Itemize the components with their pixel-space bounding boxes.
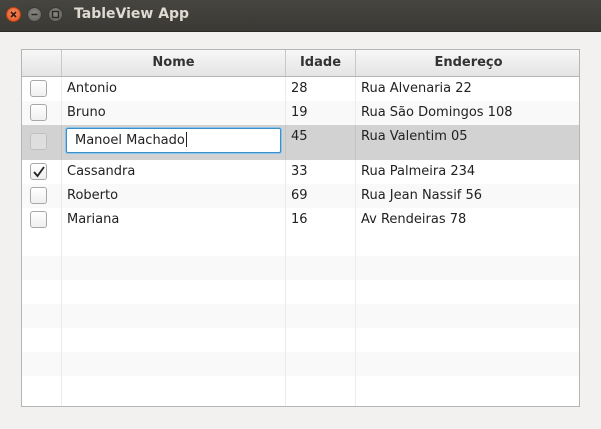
table-row[interactable]: Bruno 19 Rua São Domingos 108 (22, 101, 579, 125)
check-icon (33, 166, 45, 178)
endereco-cell[interactable]: Rua São Domingos 108 (356, 101, 579, 125)
window-title: TableView App (74, 6, 190, 22)
table-row[interactable]: Cassandra 33 Rua Palmeira 234 (22, 160, 579, 184)
endereco-cell[interactable]: Rua Palmeira 234 (356, 160, 579, 184)
column-header-checkbox[interactable] (22, 50, 62, 76)
maximize-icon (51, 10, 60, 19)
idade-cell[interactable]: 28 (286, 77, 356, 101)
column-divider (355, 232, 356, 406)
idade-cell[interactable]: 33 (286, 160, 356, 184)
nome-cell[interactable]: Antonio (62, 77, 286, 101)
empty-row (22, 328, 579, 352)
row-checkbox[interactable] (30, 187, 47, 204)
app-window: TableView App Nome Idade Endereço Antoni… (0, 0, 601, 429)
row-checkbox[interactable] (30, 80, 47, 97)
close-icon (10, 11, 17, 18)
checkbox-cell (22, 184, 62, 208)
nome-edit-value: Manoel Machado (75, 133, 185, 148)
endereco-cell[interactable]: Av Rendeiras 78 (356, 208, 579, 232)
table-row[interactable]: Mariana 16 Av Rendeiras 78 (22, 208, 579, 232)
table-header: Nome Idade Endereço (22, 50, 579, 77)
idade-cell[interactable]: 19 (286, 101, 356, 125)
checkbox-cell (22, 160, 62, 184)
minimize-window-button[interactable] (27, 7, 42, 22)
column-divider (61, 232, 62, 406)
endereco-cell[interactable]: Rua Alvenaria 22 (356, 77, 579, 101)
column-header-nome[interactable]: Nome (62, 50, 286, 76)
column-header-idade[interactable]: Idade (286, 50, 356, 76)
empty-row (22, 280, 579, 304)
column-divider (285, 232, 286, 406)
nome-cell[interactable]: Manoel Machado (62, 125, 286, 160)
empty-row (22, 232, 579, 256)
column-header-endereco[interactable]: Endereço (356, 50, 579, 76)
nome-cell[interactable]: Mariana (62, 208, 286, 232)
checkbox-cell (22, 77, 62, 101)
table-view[interactable]: Nome Idade Endereço Antonio 28 Rua Alven… (21, 49, 580, 407)
title-bar[interactable]: TableView App (0, 0, 601, 32)
empty-row (22, 376, 579, 400)
minimize-icon (31, 13, 38, 16)
endereco-cell[interactable]: Rua Jean Nassif 56 (356, 184, 579, 208)
checkbox-cell (22, 125, 62, 160)
empty-row (22, 304, 579, 328)
row-checkbox[interactable] (30, 104, 47, 121)
empty-row (22, 352, 579, 376)
maximize-window-button[interactable] (48, 7, 63, 22)
row-checkbox[interactable] (30, 211, 47, 228)
endereco-cell[interactable]: Rua Valentim 05 (356, 125, 579, 160)
empty-row (22, 256, 579, 280)
table-row[interactable]: Antonio 28 Rua Alvenaria 22 (22, 77, 579, 101)
table-row[interactable]: Roberto 69 Rua Jean Nassif 56 (22, 184, 579, 208)
nome-cell[interactable]: Bruno (62, 101, 286, 125)
text-caret (185, 132, 187, 147)
nome-cell[interactable]: Roberto (62, 184, 286, 208)
close-window-button[interactable] (6, 7, 21, 22)
row-checkbox[interactable] (30, 133, 47, 150)
idade-cell[interactable]: 16 (286, 208, 356, 232)
nome-edit-field[interactable]: Manoel Machado (66, 128, 281, 153)
idade-cell[interactable]: 69 (286, 184, 356, 208)
table-row-selected[interactable]: Manoel Machado 45 Rua Valentim 05 (22, 125, 579, 160)
checkbox-cell (22, 208, 62, 232)
nome-cell[interactable]: Cassandra (62, 160, 286, 184)
row-checkbox-checked[interactable] (30, 163, 47, 180)
checkbox-cell (22, 101, 62, 125)
idade-cell[interactable]: 45 (286, 125, 356, 160)
